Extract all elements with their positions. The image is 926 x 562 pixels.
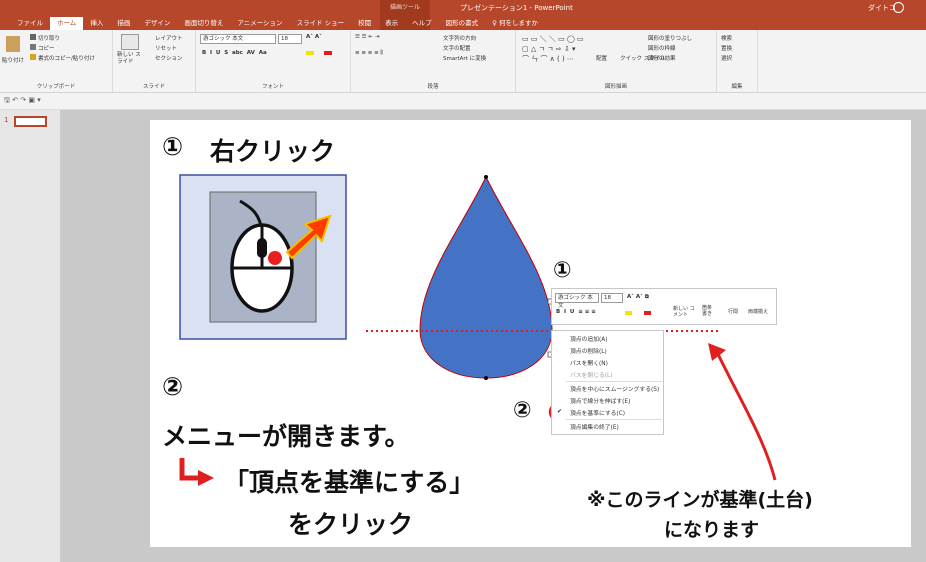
mini-size-select[interactable]: 18 (601, 293, 623, 303)
step2-action: 「頂点を基準にする」 (224, 468, 475, 497)
step2-action-line2: をクリック (288, 510, 414, 539)
menu-item-straight-point[interactable]: 頂点で線分を伸ばす(E) (570, 396, 630, 405)
new-comment-button[interactable]: 新しい コメント (673, 306, 695, 318)
step1-title: 右クリック (210, 137, 336, 166)
powerpoint-window: 描画ツール プレゼンテーション1 - PowerPoint ダイトコ ファイル … (0, 0, 926, 562)
menu-item-corner-point[interactable]: 頂点を基準にする(C) (570, 408, 625, 417)
mini-toolbar: 游ゴシック 本文 18 A˄ A˅ ⧉ B I U ≡ ≡ ≡ 新しい コメント… (551, 288, 777, 325)
menu-divider (566, 381, 662, 382)
menu-item-smooth-point[interactable]: 頂点を中心にスムージングする(S) (570, 384, 659, 393)
mouse-wheel-icon (257, 238, 267, 258)
bullets-button[interactable]: 箇条書き (702, 305, 716, 317)
context-menu: 頂点の追加(A) 頂点の削除(L) パスを開く(N) パスを閉じる(L) 頂点を… (551, 330, 664, 435)
arrow-head-icon (708, 343, 726, 361)
mini-highlight-icon[interactable] (625, 311, 632, 315)
menu-divider-2 (566, 419, 662, 420)
step2-text: メニューが開きます。 (162, 422, 410, 451)
mini-font-color-icon[interactable] (644, 311, 651, 315)
return-arrow-icon (179, 458, 200, 481)
note-line1: ※このラインが基準(土台) (587, 489, 813, 511)
mini-font-select[interactable]: 游ゴシック 本文 (555, 293, 599, 309)
line-spacing-button[interactable]: 行間 (728, 308, 738, 315)
teardrop-shape[interactable] (419, 175, 553, 379)
justify-button[interactable]: 両端揃え (748, 308, 768, 315)
menu-item-close-path: パスを閉じる(L) (570, 373, 613, 379)
baseline-pointer-arrow (714, 349, 777, 481)
vertex-handle-top[interactable] (484, 175, 488, 179)
overlay-marker2: ② (513, 398, 532, 423)
menu-item-add-point[interactable]: 頂点の追加(A) (570, 334, 607, 343)
menu-item-exit-edit-points[interactable]: 頂点編集の終了(E) (570, 422, 619, 431)
mini-grow-icon[interactable]: A˄ A˅ ⧉ (627, 294, 649, 301)
step2-marker: ② (162, 372, 184, 401)
note-line2: になります (664, 519, 760, 541)
return-arrow-head (198, 470, 214, 486)
step1-marker: ① (162, 132, 184, 161)
menu-item-open-path[interactable]: パスを開く(N) (570, 358, 608, 367)
checkmark-icon: ✔ (557, 408, 563, 415)
mini-style-buttons[interactable]: B I U ≡ ≡ ≡ (556, 309, 596, 315)
menu-item-delete-point[interactable]: 頂点の削除(L) (570, 346, 607, 355)
vertex-handle-bottom[interactable] (484, 376, 488, 380)
overlay-marker1: ① (553, 258, 572, 283)
right-click-spot (268, 251, 282, 265)
